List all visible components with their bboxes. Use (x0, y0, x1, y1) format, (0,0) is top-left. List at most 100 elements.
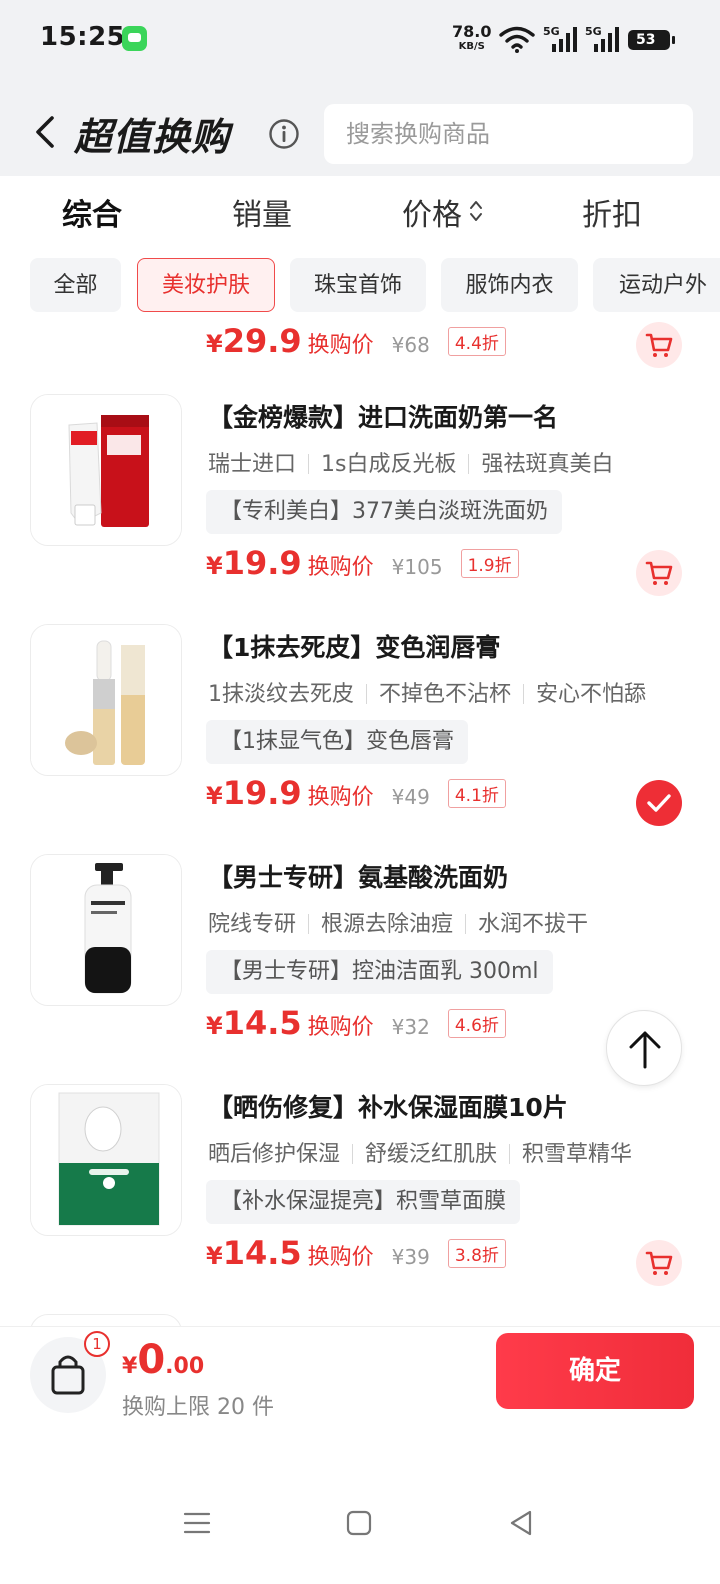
category-chip-sports[interactable]: 运动户外 (593, 258, 720, 312)
product-tags: 晒后修护保湿 舒缓泛红肌肤 积雪草精华 (208, 1136, 632, 1168)
search-input[interactable] (324, 104, 693, 164)
product-row[interactable]: 【金榜爆款】进口洗面奶第一名 瑞士进口 1s白成反光板 强祛斑真美白 【专利美白】3… (0, 394, 720, 624)
wifi-icon (499, 26, 535, 53)
top-area: 15:25 78.0 KB/S 5G 5G 53 超值换购 搜索换购商品 (0, 0, 720, 176)
tag-separator (465, 914, 467, 934)
total-integer: 0 (137, 1337, 166, 1383)
product-tag: 1抹淡纹去死皮 (208, 682, 354, 707)
product-tags: 瑞士进口 1s白成反光板 强祛斑真美白 (208, 446, 614, 478)
confirm-button[interactable]: 确定 (496, 1333, 694, 1409)
product-tag: 院线专研 (208, 912, 297, 937)
original-price: ¥49 (391, 785, 430, 809)
price-line: ¥14.5 换购价 ¥32 4.6折 (206, 1004, 506, 1048)
header: 超值换购 (0, 96, 720, 172)
scroll-to-top-button[interactable] (606, 1010, 682, 1086)
product-title: 【金榜爆款】进口洗面奶第一名 (208, 403, 559, 432)
battery-level: 53 (636, 32, 656, 48)
category-chip-jewelry[interactable]: 珠宝首饰 (290, 258, 426, 312)
signal-label: 5G (543, 25, 560, 38)
product-tag: 不掉色不沾杯 (379, 682, 512, 707)
product-row[interactable]: 【晒伤修复】补水保湿面膜10片 晒后修护保湿 舒缓泛红肌肤 积雪草精华 【补水保湿提… (0, 1084, 720, 1314)
swap-price: ¥29.9 (206, 322, 302, 360)
discount-badge: 3.8折 (447, 1239, 506, 1268)
tag-separator (366, 684, 367, 704)
swap-price-label: 换购价 (307, 1015, 374, 1040)
system-nav-bar (0, 1480, 720, 1570)
total-currency: ¥ (122, 1354, 138, 1379)
checkmark-icon (647, 794, 671, 812)
menu-icon[interactable] (182, 1508, 212, 1538)
signal-icon: 5G (543, 25, 577, 52)
sort-tab-discount[interactable]: 折扣 (582, 190, 642, 234)
home-icon[interactable] (344, 1508, 374, 1538)
product-row-partial[interactable]: ¥29.9 换购价 ¥68 4.4折 (0, 314, 720, 384)
add-to-cart-button[interactable] (636, 550, 682, 596)
sort-bar: 综合 销量 价格 折扣 (0, 176, 720, 246)
add-to-cart-button[interactable] (636, 1240, 682, 1286)
sort-tab-price[interactable]: 价格 (402, 190, 462, 234)
status-bar: 15:25 78.0 KB/S 5G 5G 53 (0, 0, 720, 80)
swap-price-label: 换购价 (307, 333, 374, 358)
sort-tab-comprehensive[interactable]: 综合 (62, 190, 122, 234)
back-arrow-icon[interactable] (30, 112, 62, 152)
arrow-up-icon (629, 1031, 661, 1069)
product-image (30, 624, 182, 776)
category-chip-all[interactable]: 全部 (30, 258, 121, 312)
tag-separator (523, 684, 525, 704)
category-chip-apparel[interactable]: 服饰内衣 (441, 258, 578, 312)
product-image (30, 854, 182, 1006)
price-line: ¥19.9 换购价 ¥105 1.9折 (206, 544, 519, 588)
cart-icon (645, 333, 673, 357)
search-box[interactable] (324, 104, 693, 164)
product-list: ¥29.9 换购价 ¥68 4.4折 【金榜爆款】进口洗面奶第一名 瑞士进口 1s白成反… (0, 314, 720, 1326)
product-image (30, 1084, 182, 1236)
product-row[interactable]: 【1抹去死皮】变色润唇膏 1抹淡纹去死皮 不掉色不沾杯 安心不怕舔 【1抹显气色】变… (0, 624, 720, 854)
swap-price-label: 换购价 (307, 1245, 374, 1270)
bottom-bar: 1 ¥0.00 换购上限 20 件 确定 (0, 1326, 720, 1434)
total-price: ¥0.00 (122, 1337, 204, 1383)
signal-icon: 5G (585, 25, 619, 52)
price-line: ¥29.9 换购价 ¥68 4.4折 (206, 322, 506, 366)
product-tag: 根源去除油痘 (321, 912, 454, 937)
swap-price: ¥19.9 (206, 544, 302, 582)
back-triangle-icon[interactable] (506, 1508, 536, 1538)
mens-cleanser-product-image (31, 855, 181, 1005)
page-title: 超值换购 (74, 115, 231, 159)
network-speed: 78.0 KB/S (452, 24, 491, 52)
swap-price: ¥19.9 (206, 774, 302, 812)
product-tag: 晒后修护保湿 (208, 1142, 341, 1167)
original-price: ¥68 (391, 333, 430, 357)
original-price: ¥39 (391, 1245, 430, 1269)
product-tag: 1s白成反光板 (321, 452, 457, 477)
info-icon[interactable] (268, 118, 300, 150)
cart-icon (645, 561, 673, 585)
network-speed-unit: KB/S (458, 41, 485, 52)
lip-balm-product-image (31, 625, 181, 775)
product-title: 【男士专研】氨基酸洗面奶 (208, 863, 509, 892)
product-tag: 水润不拔干 (478, 912, 589, 937)
add-to-cart-button[interactable] (636, 322, 682, 368)
discount-badge: 4.1折 (447, 779, 506, 808)
discount-badge: 4.4折 (447, 327, 506, 356)
total-decimal: .00 (165, 1354, 205, 1379)
product-image (30, 1314, 182, 1326)
battery-icon: 53 (628, 30, 675, 50)
product-tag: 强祛斑真美白 (481, 452, 614, 477)
sort-arrows-icon[interactable] (468, 198, 484, 224)
swap-price: ¥14.5 (206, 1234, 302, 1272)
product-highlight-pill: 【1抹显气色】变色唇膏 (206, 720, 468, 764)
swap-price-label: 换购价 (307, 555, 374, 580)
network-speed-value: 78.0 (452, 22, 492, 41)
product-title: 【晒伤修复】补水保湿面膜10片 (208, 1093, 568, 1122)
swap-price: ¥14.5 (206, 1004, 302, 1042)
product-tag: 舒缓泛红肌肤 (365, 1142, 498, 1167)
product-tags: 1抹淡纹去死皮 不掉色不沾杯 安心不怕舔 (208, 676, 646, 708)
tag-separator (352, 1144, 354, 1164)
category-chip-beauty[interactable]: 美妆护肤 (137, 258, 275, 312)
sort-tab-sales[interactable]: 销量 (232, 190, 292, 234)
cart-icon (645, 1251, 673, 1275)
category-chips: 全部 美妆护肤 珠宝首饰 服饰内衣 运动户外 (0, 256, 720, 314)
selected-check-button[interactable] (636, 780, 682, 826)
product-tag: 积雪草精华 (522, 1142, 633, 1167)
tag-separator (308, 914, 310, 934)
